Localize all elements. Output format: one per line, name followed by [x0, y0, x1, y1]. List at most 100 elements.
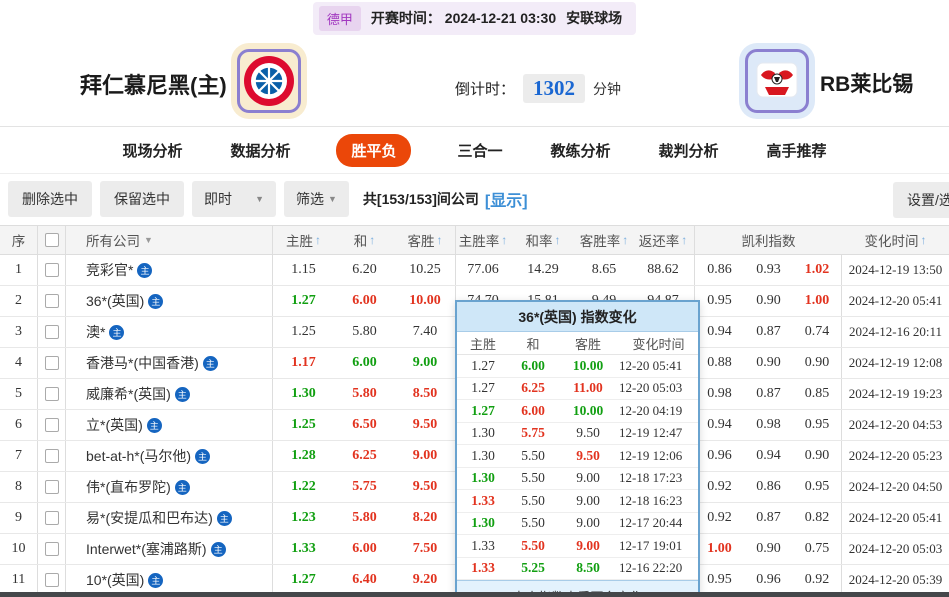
away-odds-cell[interactable]: 10.25: [395, 255, 456, 285]
company-name[interactable]: 澳*: [86, 322, 105, 342]
away-odds-cell[interactable]: 9.20: [395, 565, 456, 595]
away-odds-cell[interactable]: 9.50: [395, 472, 456, 502]
away-odds-cell[interactable]: 7.40: [395, 317, 456, 347]
header-company[interactable]: 所有公司▼: [66, 226, 273, 254]
row-checkbox[interactable]: [45, 511, 59, 525]
away-odds-cell[interactable]: 8.20: [395, 503, 456, 533]
company-home-icon[interactable]: 主: [148, 573, 163, 588]
row-checkbox[interactable]: [45, 573, 59, 587]
header-return-rate[interactable]: 返还率↑: [632, 226, 695, 254]
row-checkbox[interactable]: [45, 263, 59, 277]
company-home-icon[interactable]: 主: [217, 511, 232, 526]
row-checkbox[interactable]: [45, 356, 59, 370]
draw-odds-cell[interactable]: 6.00: [334, 348, 395, 378]
company-home-icon[interactable]: 主: [147, 418, 162, 433]
home-odds-cell[interactable]: 1.28: [273, 441, 334, 471]
away-odds-cell[interactable]: 9.00: [395, 348, 456, 378]
kelly-cell: 0.85: [793, 379, 842, 409]
company-home-icon[interactable]: 主: [195, 449, 210, 464]
tab-live-analysis[interactable]: 现场分析: [120, 134, 184, 167]
header-draw-odds[interactable]: 和↑: [334, 226, 395, 254]
kelly-cell: 0.92: [695, 472, 744, 502]
company-name[interactable]: 香港马*(中国香港): [86, 353, 199, 373]
row-checkbox-cell: [38, 379, 66, 409]
away-odds-cell[interactable]: 9.00: [395, 441, 456, 471]
header-draw-rate[interactable]: 和率↑: [510, 226, 576, 254]
draw-odds-cell[interactable]: 6.20: [334, 255, 395, 285]
home-odds-cell[interactable]: 1.27: [273, 286, 334, 316]
company-name[interactable]: 伟*(直布罗陀): [86, 477, 171, 497]
draw-odds-cell[interactable]: 5.80: [334, 503, 395, 533]
header-away-rate[interactable]: 客胜率↑: [576, 226, 632, 254]
show-link[interactable]: [显示]: [485, 187, 528, 211]
home-odds-cell[interactable]: 1.25: [273, 410, 334, 440]
company-home-icon[interactable]: 主: [175, 387, 190, 402]
row-checkbox[interactable]: [45, 480, 59, 494]
company-name[interactable]: 10*(英国): [86, 570, 144, 590]
home-odds-cell[interactable]: 1.22: [273, 472, 334, 502]
company-name[interactable]: Interwet*(塞浦路斯): [86, 539, 207, 559]
tab-data-analysis[interactable]: 数据分析: [228, 134, 292, 167]
company-name[interactable]: 威廉希*(英国): [86, 384, 171, 404]
header-home-rate[interactable]: 主胜率↑: [456, 226, 510, 254]
row-checkbox[interactable]: [45, 542, 59, 556]
row-checkbox[interactable]: [45, 418, 59, 432]
home-odds-cell[interactable]: 1.27: [273, 565, 334, 595]
draw-odds-cell[interactable]: 6.25: [334, 441, 395, 471]
home-odds-cell[interactable]: 1.25: [273, 317, 334, 347]
analysis-tab-bar: 现场分析 数据分析 胜平负 三合一 教练分析 裁判分析 高手推荐: [0, 128, 949, 174]
company-home-icon[interactable]: 主: [203, 356, 218, 371]
tab-coach-analysis[interactable]: 教练分析: [549, 134, 613, 167]
draw-odds-cell[interactable]: 5.80: [334, 379, 395, 409]
company-home-icon[interactable]: 主: [175, 480, 190, 495]
home-odds-cell[interactable]: 1.15: [273, 255, 334, 285]
row-number: 5: [0, 379, 38, 409]
row-checkbox[interactable]: [45, 294, 59, 308]
header-change-time[interactable]: 变化时间↑: [842, 226, 949, 254]
company-home-icon[interactable]: 主: [109, 325, 124, 340]
home-odds-cell[interactable]: 1.33: [273, 534, 334, 564]
header-away-odds[interactable]: 客胜↑: [395, 226, 456, 254]
company-name[interactable]: 易*(安提瓜和巴布达): [86, 508, 213, 528]
away-odds-cell[interactable]: 8.50: [395, 379, 456, 409]
countdown: 倒计时： 1302 分钟: [455, 74, 621, 103]
draw-odds-cell[interactable]: 5.80: [334, 317, 395, 347]
filter-button[interactable]: 筛选 ▼: [284, 181, 349, 217]
company-home-icon[interactable]: 主: [137, 263, 152, 278]
away-odds-cell[interactable]: 10.00: [395, 286, 456, 316]
select-all-checkbox[interactable]: [45, 233, 59, 247]
header-home-odds[interactable]: 主胜↑: [273, 226, 334, 254]
kelly-cell: 0.86: [695, 255, 744, 285]
tab-win-draw-lose[interactable]: 胜平负: [336, 134, 411, 167]
company-name[interactable]: 立*(英国): [86, 415, 143, 435]
company-name[interactable]: 36*(英国): [86, 291, 144, 311]
company-home-icon[interactable]: 主: [211, 542, 226, 557]
company-name[interactable]: bet-at-h*(马尔他): [86, 446, 191, 466]
home-odds-cell[interactable]: 1.17: [273, 348, 334, 378]
tab-referee-analysis[interactable]: 裁判分析: [657, 134, 721, 167]
keep-selected-button[interactable]: 保留选中: [100, 181, 184, 217]
home-odds-cell[interactable]: 1.23: [273, 503, 334, 533]
draw-odds-cell[interactable]: 6.50: [334, 410, 395, 440]
draw-rate-cell: 14.29: [510, 255, 576, 285]
row-checkbox[interactable]: [45, 387, 59, 401]
delete-selected-button[interactable]: 删除选中: [8, 181, 92, 217]
draw-odds-cell[interactable]: 6.00: [334, 286, 395, 316]
company-home-icon[interactable]: 主: [148, 294, 163, 309]
home-odds-cell[interactable]: 1.30: [273, 379, 334, 409]
tab-expert-picks[interactable]: 高手推荐: [765, 134, 829, 167]
row-checkbox[interactable]: [45, 449, 59, 463]
draw-odds-cell[interactable]: 6.40: [334, 565, 395, 595]
tab-three-in-one[interactable]: 三合一: [455, 134, 504, 167]
row-checkbox[interactable]: [45, 325, 59, 339]
draw-odds-cell[interactable]: 6.00: [334, 534, 395, 564]
countdown-unit: 分钟: [593, 79, 621, 99]
away-odds-cell[interactable]: 7.50: [395, 534, 456, 564]
time-mode-select[interactable]: 即时 ▼: [192, 181, 276, 217]
row-checkbox-cell: [38, 286, 66, 316]
away-odds-cell[interactable]: 9.50: [395, 410, 456, 440]
company-cell: 10*(英国) 主: [66, 565, 273, 595]
settings-select-button[interactable]: 设置/选择: [893, 182, 949, 218]
company-name[interactable]: 竞彩官*: [86, 260, 133, 280]
draw-odds-cell[interactable]: 5.75: [334, 472, 395, 502]
